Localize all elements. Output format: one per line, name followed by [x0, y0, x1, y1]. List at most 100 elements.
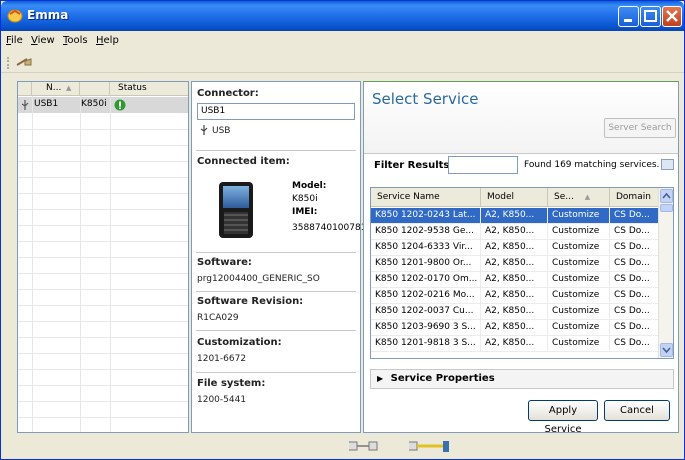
grid-line — [110, 96, 111, 432]
table-row[interactable]: K850 1202-9538 Ge... A2, K850... Customi… — [371, 224, 659, 240]
separator — [196, 291, 356, 292]
usb-label: USB — [212, 126, 231, 136]
vertical-scrollbar[interactable] — [658, 188, 673, 358]
service-header: Select Service Server Search — [364, 82, 678, 154]
col-domain[interactable]: Domain — [610, 188, 659, 207]
grid-line — [18, 225, 188, 226]
table-row[interactable]: K850 1204-6333 Vir... A2, K850... Custom… — [371, 240, 659, 256]
status-bar — [1, 435, 684, 459]
table-row[interactable]: K850 1203-9690 3 S... A2, K850... Custom… — [371, 320, 659, 336]
col-model[interactable] — [80, 82, 110, 96]
sort-asc-icon: ▲ — [66, 84, 72, 92]
main-window: Emma File View Tools Help N... ▲ Status … — [0, 0, 685, 460]
filter-input[interactable] — [448, 156, 518, 174]
revision-label: Software Revision: — [197, 296, 304, 307]
imei-value: 35887401007810 — [292, 223, 373, 233]
revision-value: R1CA029 — [197, 313, 239, 323]
col-status[interactable]: Status — [110, 82, 188, 96]
grid-line — [18, 289, 188, 290]
phone-image — [219, 182, 253, 238]
service-table[interactable]: Service Name Model Se... ▲ Domain K850 1… — [370, 187, 674, 359]
connection-icon — [349, 441, 378, 451]
app-icon — [7, 9, 23, 23]
usb-icon — [200, 125, 208, 135]
filesystem-label: File system: — [197, 378, 266, 389]
table-row[interactable]: K850 1201-9818 3 S... A2, K850... Custom… — [371, 336, 659, 352]
grid-line — [18, 209, 188, 210]
menu-tools[interactable]: Tools — [63, 35, 88, 46]
minimize-button[interactable] — [618, 6, 639, 27]
customization-label: Customization: — [197, 337, 282, 348]
grid-line — [18, 145, 188, 146]
page-title: Select Service — [372, 90, 479, 108]
broom-icon[interactable] — [15, 55, 33, 69]
software-value: prg12004400_GENERIC_SO — [197, 274, 320, 284]
grid-line — [32, 96, 33, 432]
phone-screen — [223, 186, 249, 208]
col-service-name[interactable]: Service Name — [371, 188, 481, 207]
col-name[interactable]: N... ▲ — [32, 82, 80, 96]
menu-help[interactable]: Help — [96, 35, 119, 46]
device-list[interactable]: N... ▲ Status USB1 K850i — [17, 81, 189, 433]
customization-value: 1201-6672 — [197, 354, 247, 364]
chevron-up-icon — [662, 192, 671, 199]
grid-line — [18, 177, 188, 178]
table-row[interactable]: K850 1202-0216 Mo... A2, K850... Customi… — [371, 288, 659, 304]
model-label: Model: — [292, 181, 327, 191]
maximize-button[interactable] — [640, 6, 661, 27]
table-row[interactable]: K850 1202-0037 Cu... A2, K850... Customi… — [371, 304, 659, 320]
grid-line — [18, 369, 188, 370]
device-model: K850i — [81, 99, 107, 109]
connector-label: Connector: — [197, 88, 259, 99]
table-row[interactable]: K850 1202-0243 Lat... A2, K850... Custom… — [371, 208, 659, 224]
scroll-down-button[interactable] — [660, 343, 673, 357]
scroll-thumb[interactable] — [660, 204, 673, 212]
usb-icon — [21, 100, 29, 110]
software-label: Software: — [197, 257, 252, 268]
grid-line — [18, 305, 188, 306]
apply-service-button[interactable]: Apply Service — [528, 400, 598, 435]
device-list-header: N... ▲ Status — [18, 82, 188, 96]
grid-line — [18, 417, 188, 418]
server-search-button[interactable]: Server Search — [604, 118, 676, 138]
columns-icon[interactable] — [661, 159, 674, 170]
device-connector: USB1 — [34, 99, 59, 109]
grid-line — [18, 321, 188, 322]
grid-line — [18, 257, 188, 258]
menu-view[interactable]: View — [31, 35, 55, 46]
connector-field[interactable]: USB1 — [197, 103, 355, 120]
col-icon[interactable] — [18, 82, 32, 96]
model-value: K850i — [292, 194, 318, 204]
alert-icon — [114, 99, 126, 111]
grid-line — [18, 385, 188, 386]
table-row[interactable]: K850 1202-0170 Om... A2, K850... Customi… — [371, 272, 659, 288]
close-button[interactable] — [662, 6, 682, 27]
title-bar[interactable]: Emma — [1, 1, 684, 31]
separator — [196, 252, 356, 253]
device-row[interactable]: USB1 K850i — [18, 97, 188, 113]
service-table-header: Service Name Model Se... ▲ Domain — [371, 188, 659, 207]
menu-file[interactable]: File — [6, 35, 23, 46]
window-title: Emma — [27, 8, 69, 22]
cancel-button[interactable]: Cancel — [604, 400, 670, 421]
maximize-icon — [644, 10, 657, 22]
col-model[interactable]: Model — [481, 188, 548, 207]
minimize-icon — [624, 19, 632, 22]
chevron-down-icon — [662, 347, 671, 354]
found-count: Found 169 matching services. — [524, 160, 660, 170]
separator — [196, 372, 356, 373]
phone-keypad — [224, 212, 248, 234]
grid-line — [80, 96, 81, 432]
menu-bar: File View Tools Help — [1, 32, 684, 50]
grid-line — [18, 401, 188, 402]
grid-line — [18, 161, 188, 162]
toolbar-grip[interactable] — [7, 57, 9, 69]
col-service-type[interactable]: Se... ▲ — [548, 188, 610, 207]
scroll-up-button[interactable] — [660, 189, 673, 203]
service-properties-toggle[interactable]: ▶ Service Properties — [370, 369, 674, 389]
filter-label: Filter Results — [374, 160, 450, 171]
table-row[interactable]: K850 1201-9800 Or... A2, K850... Customi… — [371, 256, 659, 272]
imei-label: IMEI: — [292, 207, 318, 217]
close-icon — [666, 10, 678, 22]
toolbar — [1, 51, 684, 73]
